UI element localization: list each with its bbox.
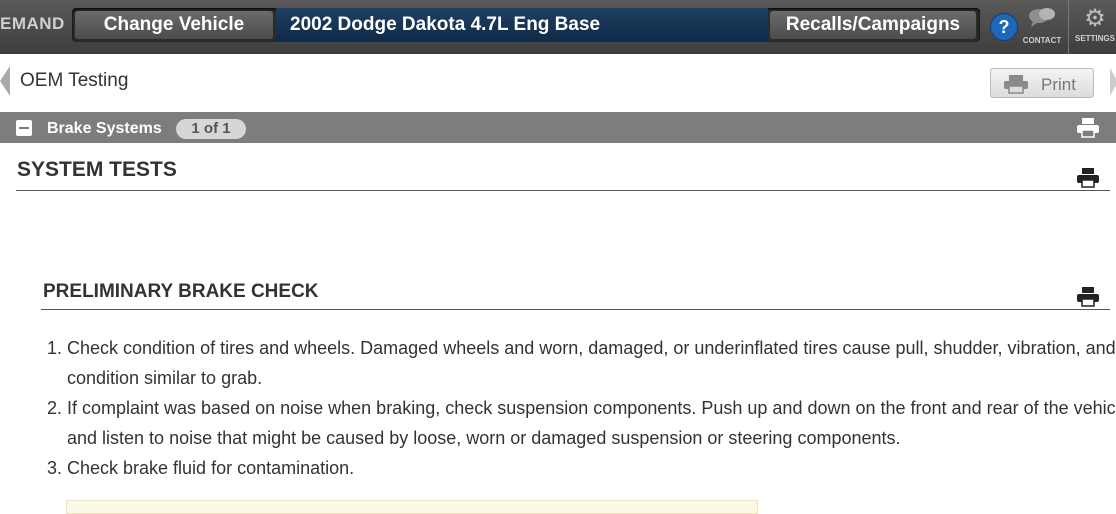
vehicle-bar: Change Vehicle 2002 Dodge Dakota 4.7L En…: [72, 8, 980, 42]
brand-logo: EMAND: [0, 14, 65, 33]
contact-button[interactable]: CONTACT: [1020, 6, 1064, 50]
settings-button[interactable]: ⚙ SETTINGS: [1074, 4, 1116, 52]
help-icon[interactable]: ?: [990, 13, 1018, 41]
divider: [41, 309, 1110, 310]
print-button[interactable]: Print: [990, 68, 1094, 98]
note-box: [66, 500, 758, 514]
printer-icon: [1003, 74, 1029, 99]
page-counter-badge: 1 of 1: [176, 119, 246, 139]
steps-list: Check condition of tires and wheels. Dam…: [37, 333, 1116, 483]
print-label: Print: [1041, 75, 1076, 94]
settings-label: SETTINGS: [1074, 34, 1115, 43]
list-item: If complaint was based on noise when bra…: [67, 393, 1116, 453]
collapse-right-arrow-icon[interactable]: [1110, 68, 1116, 96]
divider: [1068, 0, 1069, 54]
section-title: Brake Systems: [47, 120, 162, 137]
divider: [16, 190, 1110, 191]
page-title: OEM Testing: [20, 70, 129, 91]
printer-icon[interactable]: [1076, 117, 1100, 139]
contact-label: CONTACT: [1022, 36, 1062, 45]
minus-icon[interactable]: [16, 120, 32, 136]
list-item: Check condition of tires and wheels. Dam…: [67, 333, 1116, 393]
system-tests-heading: SYSTEM TESTS: [17, 158, 177, 181]
chat-bubbles-icon: [1020, 6, 1064, 36]
printer-icon[interactable]: [1076, 167, 1100, 189]
preliminary-brake-check-heading: PRELIMINARY BRAKE CHECK: [43, 281, 319, 302]
list-item: Check brake fluid for contamination.: [67, 453, 1116, 483]
change-vehicle-button[interactable]: Change Vehicle: [75, 11, 273, 39]
section-bar: Brake Systems 1 of 1: [0, 112, 1116, 143]
collapse-left-arrow-icon[interactable]: [0, 66, 10, 96]
printer-icon[interactable]: [1076, 286, 1100, 308]
top-bar: EMAND Change Vehicle 2002 Dodge Dakota 4…: [0, 0, 1116, 54]
recalls-campaigns-button[interactable]: Recalls/Campaigns: [770, 11, 976, 39]
gear-icon: ⚙: [1084, 5, 1106, 32]
vehicle-title: 2002 Dodge Dakota 4.7L Eng Base: [276, 8, 768, 42]
